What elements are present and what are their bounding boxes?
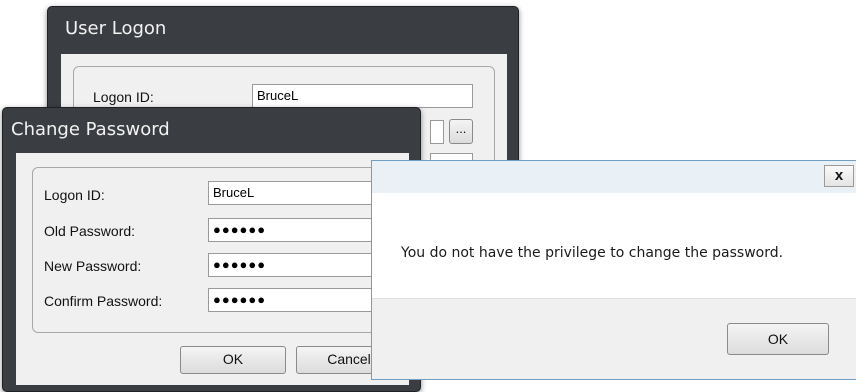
old-password-label: Old Password: (44, 223, 136, 239)
logon-id-label: Logon ID: (93, 89, 154, 105)
message-ok-button[interactable]: OK (727, 323, 829, 355)
confirm-password-label: Confirm Password: (44, 293, 163, 309)
change-password-client: Logon ID: BruceL Old Password: ●●●●●● Ne… (16, 153, 409, 385)
message-box: x You do not have the privilege to chang… (371, 160, 856, 380)
message-box-footer: OK (372, 298, 856, 379)
user-logon-title: User Logon (65, 18, 167, 39)
change-password-title: Change Password (11, 119, 170, 140)
cp-ok-button[interactable]: OK (180, 346, 286, 374)
cp-logon-id-label: Logon ID: (44, 187, 105, 203)
close-icon[interactable]: x (824, 165, 854, 187)
logon-second-field[interactable] (430, 120, 444, 144)
logon-id-field[interactable]: BruceL (252, 84, 473, 108)
message-text: You do not have the privilege to change … (401, 245, 784, 261)
change-password-dialog: Change Password Logon ID: BruceL Old Pas… (2, 107, 421, 392)
browse-button[interactable]: ... (449, 119, 473, 144)
message-box-titlebar: x (372, 161, 856, 193)
new-password-label: New Password: (44, 258, 142, 274)
